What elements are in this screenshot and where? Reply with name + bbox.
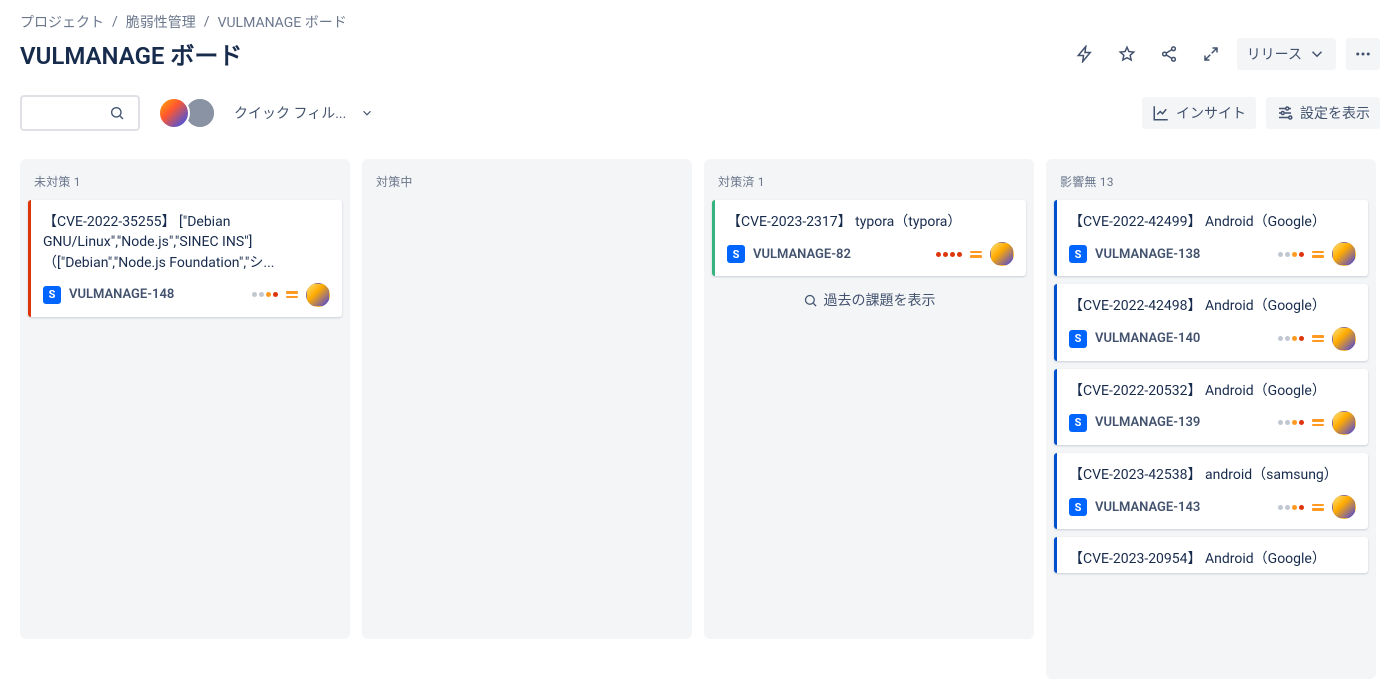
fullscreen-icon[interactable] bbox=[1195, 38, 1227, 70]
severity-dots bbox=[1278, 420, 1304, 425]
view-settings-label: 設定を表示 bbox=[1300, 103, 1370, 123]
column-title: 影響無 13 bbox=[1054, 169, 1368, 200]
card-key: VULMANAGE-139 bbox=[1095, 415, 1200, 430]
card-key: VULMANAGE-140 bbox=[1095, 331, 1200, 346]
quick-filter-dropdown[interactable]: クイック フィル... bbox=[234, 103, 374, 123]
issue-card[interactable]: 【CVE-2022-35255】 ["Debian GNU/Linux","No… bbox=[28, 200, 342, 317]
view-settings-button[interactable]: 設定を表示 bbox=[1266, 97, 1380, 129]
breadcrumb-separator: / bbox=[112, 14, 118, 30]
issue-card[interactable]: 【CVE-2023-42538】 android（samsung） S VULM… bbox=[1054, 453, 1368, 529]
column-unaddressed: 未対策 1 【CVE-2022-35255】 ["Debian GNU/Linu… bbox=[20, 159, 350, 639]
column-addressed: 対策済 1 【CVE-2023-2317】 typora（typora） S V… bbox=[704, 159, 1034, 639]
card-title: 【CVE-2022-20532】 Android（Google） bbox=[1069, 381, 1356, 401]
severity-dots bbox=[1278, 252, 1304, 257]
card-key: VULMANAGE-82 bbox=[753, 247, 851, 262]
assignee-filter bbox=[158, 97, 216, 129]
assignee-avatar[interactable] bbox=[1332, 242, 1356, 266]
chevron-down-icon bbox=[360, 106, 374, 120]
quick-filter-label: クイック フィル... bbox=[234, 103, 346, 123]
release-dropdown[interactable]: リリース bbox=[1237, 38, 1336, 70]
column-title: 未対策 1 bbox=[28, 169, 342, 200]
search-input-container bbox=[20, 95, 140, 131]
assignee-avatar[interactable] bbox=[1332, 327, 1356, 351]
issue-card[interactable]: 【CVE-2022-42499】 Android（Google） S VULMA… bbox=[1054, 200, 1368, 276]
assignee-avatar[interactable] bbox=[1332, 411, 1356, 435]
issue-card[interactable]: 【CVE-2023-20954】 Android（Google） bbox=[1054, 537, 1368, 573]
assignee-avatar[interactable] bbox=[990, 242, 1014, 266]
more-horizontal-icon bbox=[1354, 45, 1372, 63]
severity-dots bbox=[1278, 505, 1304, 510]
priority-medium-icon bbox=[1312, 251, 1324, 258]
story-icon: S bbox=[727, 245, 745, 263]
priority-medium-icon bbox=[1312, 335, 1324, 342]
past-issues-label: 過去の課題を表示 bbox=[824, 290, 936, 310]
share-icon[interactable] bbox=[1153, 38, 1185, 70]
column-title: 対策済 1 bbox=[712, 169, 1026, 200]
show-past-issues-button[interactable]: 過去の課題を表示 bbox=[712, 276, 1026, 314]
sliders-icon bbox=[1276, 104, 1294, 122]
automation-icon[interactable] bbox=[1069, 38, 1101, 70]
story-icon: S bbox=[43, 286, 61, 304]
breadcrumb-separator: / bbox=[204, 14, 210, 30]
story-icon: S bbox=[1069, 414, 1087, 432]
column-in-progress: 対策中 bbox=[362, 159, 692, 639]
breadcrumb-vulnmgmt[interactable]: 脆弱性管理 bbox=[126, 12, 196, 32]
chevron-down-icon bbox=[1308, 45, 1326, 63]
severity-dots bbox=[252, 292, 278, 297]
insight-button[interactable]: インサイト bbox=[1142, 97, 1256, 129]
breadcrumb: プロジェクト / 脆弱性管理 / VULMANAGE ボード bbox=[20, 12, 1380, 32]
card-title: 【CVE-2022-42499】 Android（Google） bbox=[1069, 212, 1356, 232]
card-key: VULMANAGE-143 bbox=[1095, 500, 1200, 515]
avatar-user-1[interactable] bbox=[158, 97, 190, 129]
search-icon[interactable] bbox=[102, 105, 132, 121]
issue-card[interactable]: 【CVE-2022-42498】 Android（Google） S VULMA… bbox=[1054, 284, 1368, 360]
assignee-avatar[interactable] bbox=[306, 283, 330, 307]
insight-label: インサイト bbox=[1176, 103, 1246, 123]
story-icon: S bbox=[1069, 245, 1087, 263]
release-label: リリース bbox=[1247, 44, 1302, 64]
breadcrumb-project[interactable]: プロジェクト bbox=[20, 12, 104, 32]
card-title: 【CVE-2022-35255】 ["Debian GNU/Linux","No… bbox=[43, 212, 330, 273]
column-no-impact: 影響無 13 【CVE-2022-42499】 Android（Google） … bbox=[1046, 159, 1376, 679]
kanban-board: 未対策 1 【CVE-2022-35255】 ["Debian GNU/Linu… bbox=[20, 159, 1380, 679]
card-title: 【CVE-2023-20954】 Android（Google） bbox=[1069, 549, 1356, 569]
priority-medium-icon bbox=[1312, 504, 1324, 511]
severity-dots bbox=[1278, 336, 1304, 341]
issue-card[interactable]: 【CVE-2022-20532】 Android（Google） S VULMA… bbox=[1054, 369, 1368, 445]
more-menu-button[interactable] bbox=[1346, 38, 1380, 70]
search-input[interactable] bbox=[22, 105, 102, 121]
severity-dots bbox=[936, 252, 962, 257]
card-title: 【CVE-2023-2317】 typora（typora） bbox=[727, 212, 1014, 232]
assignee-avatar[interactable] bbox=[1332, 495, 1356, 519]
priority-medium-icon bbox=[1312, 419, 1324, 426]
card-title: 【CVE-2022-42498】 Android（Google） bbox=[1069, 296, 1356, 316]
header-actions: リリース bbox=[1069, 38, 1380, 70]
page-title: VULMANAGE ボード bbox=[20, 36, 242, 71]
story-icon: S bbox=[1069, 498, 1087, 516]
star-icon[interactable] bbox=[1111, 38, 1143, 70]
breadcrumb-board[interactable]: VULMANAGE ボード bbox=[218, 12, 347, 32]
card-key: VULMANAGE-148 bbox=[69, 287, 174, 302]
issue-card[interactable]: 【CVE-2023-2317】 typora（typora） S VULMANA… bbox=[712, 200, 1026, 276]
story-icon: S bbox=[1069, 330, 1087, 348]
card-key: VULMANAGE-138 bbox=[1095, 247, 1200, 262]
priority-medium-icon bbox=[970, 251, 982, 258]
search-icon bbox=[803, 293, 818, 308]
chart-icon bbox=[1152, 104, 1170, 122]
priority-medium-icon bbox=[286, 291, 298, 298]
card-title: 【CVE-2023-42538】 android（samsung） bbox=[1069, 465, 1356, 485]
column-title: 対策中 bbox=[370, 169, 684, 200]
